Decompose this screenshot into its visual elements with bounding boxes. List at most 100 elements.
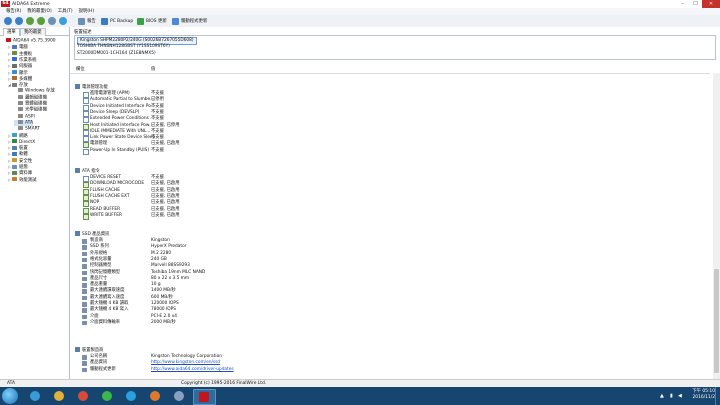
tree-item-label: ASPI: [25, 114, 35, 120]
tree-node-icon: [18, 119, 23, 124]
taskbar-app-tool[interactable]: [169, 389, 190, 403]
tree-item-label: 顯示: [19, 70, 28, 76]
tree-node-icon: [12, 70, 17, 74]
device-item[interactable]: TOSHIBA THNSNH128GBST (Y1SS109ST6Y): [77, 44, 170, 50]
group-icon: [75, 347, 80, 352]
group-icon: [75, 168, 80, 173]
tree-item-label: ATA: [25, 120, 34, 126]
network-icon[interactable]: ▮: [670, 393, 673, 399]
tree-node-icon: [18, 101, 23, 105]
field-name: Power-Up In Standby (PUIS): [90, 147, 150, 153]
line-icon: [102, 391, 112, 401]
menu-item[interactable]: 我的最愛(O): [27, 8, 51, 15]
menu-item[interactable]: 工具(T): [58, 8, 73, 15]
property-icon: [82, 314, 87, 320]
window-controls: – ☐ ✕: [676, 0, 720, 8]
taskbar-app-chrome[interactable]: [73, 389, 94, 403]
content-pane: 裝置描述 Kingston SHPM2280P2/240G (S0026B726…: [70, 27, 720, 379]
maximize-icon[interactable]: ☐: [689, 0, 702, 8]
checked-box-icon: [83, 207, 89, 214]
tree-item-label: 安全性: [19, 158, 33, 164]
column-field[interactable]: 欄位: [76, 66, 85, 73]
tree-node-icon: [12, 151, 17, 156]
taskbar-app-firefox[interactable]: [145, 389, 166, 403]
group-title: 電源管理功能: [82, 85, 108, 90]
taskbar-app-aida64[interactable]: [193, 389, 216, 405]
clock[interactable]: 下午 05:10 2016/11/2: [692, 389, 715, 401]
device-list: Kingston SHPM2280P2/240G (S0026B7267055D…: [74, 35, 716, 60]
backup-icon: [101, 17, 108, 25]
taskbar-app-ie[interactable]: [25, 389, 46, 403]
minimize-icon[interactable]: –: [676, 0, 689, 8]
tree-node-icon: [12, 145, 17, 150]
checked-box-icon: [83, 182, 89, 189]
device-item[interactable]: ST2000DM001-1CH164 (Z1E8NMX5): [77, 51, 156, 57]
tree-item[interactable]: ▷ 效能測試: [8, 177, 37, 183]
start-button[interactable]: [2, 388, 18, 404]
ie-icon: [30, 391, 40, 401]
bios-update-button[interactable]: BIOS 更新: [137, 17, 167, 25]
vertical-scrollbar[interactable]: [713, 73, 720, 379]
user-icon[interactable]: [48, 17, 56, 25]
unchecked-box-icon: [83, 104, 89, 111]
field-name: 驅動程式更新: [90, 366, 116, 372]
tree-item-label: 組態: [19, 165, 28, 170]
up-icon[interactable]: [26, 17, 34, 25]
navigation-pane: 選單 我的最愛 AIDA64 v5.75.3900 ▷ 電腦 ▷ 主機板 ▷ 作業系統 ▷ 伺服…: [0, 27, 70, 379]
tab-menu[interactable]: 選單: [3, 28, 20, 36]
tree-node-icon: [12, 82, 17, 87]
driver-update-button[interactable]: 驅動程式更新: [172, 17, 207, 25]
tree-node-icon: [18, 107, 23, 112]
volume-icon[interactable]: ◀: [678, 393, 682, 399]
property-icon: [82, 264, 87, 269]
field-name: WRITE BUFFER: [90, 212, 122, 218]
menu-item[interactable]: 報告(R): [6, 8, 21, 15]
group-title: 裝置製造商: [82, 348, 104, 353]
show-desktop-button[interactable]: [715, 387, 720, 405]
chart-icon[interactable]: [59, 17, 67, 25]
menu-item[interactable]: 說明(H): [79, 8, 95, 15]
property-icon: [82, 251, 87, 257]
checked-box-icon: [83, 194, 89, 201]
tree-node-icon: [18, 88, 23, 93]
refresh-icon[interactable]: [37, 17, 45, 25]
value-link[interactable]: http://www.aida64.com/driver-updates: [151, 367, 234, 373]
unchecked-box-icon: [83, 92, 89, 98]
group-header: 裝置製造商: [75, 347, 103, 354]
group-title: SSD 產品資訊: [82, 232, 110, 237]
clock-date: 2016/11/2: [692, 395, 715, 400]
tree-node-icon: [12, 76, 17, 81]
pc-backup-button[interactable]: PC Backup: [101, 17, 133, 25]
property-icon: [82, 361, 87, 366]
tray-up-icon[interactable]: ▲: [660, 393, 664, 399]
tree-item-label: 實體磁碟機: [25, 101, 47, 107]
property-icon: [82, 239, 87, 244]
unchecked-box-icon: [83, 98, 89, 105]
taskbar-app-explorer[interactable]: [49, 389, 70, 403]
unchecked-box-icon: [83, 129, 89, 136]
tree-item-label: 主機板: [19, 51, 33, 57]
tree-node-icon: [18, 113, 23, 118]
tree-item-label: 效能測試: [19, 177, 37, 183]
taskbar-app-skype[interactable]: [121, 389, 142, 403]
tree-item-label: 電腦: [19, 45, 28, 51]
group-header: ATA 指令: [75, 168, 100, 175]
tree-item-label: 資料庫: [19, 171, 33, 177]
tree-node-icon: [12, 164, 17, 169]
taskbar-app-line[interactable]: [97, 389, 118, 403]
back-icon[interactable]: [4, 17, 12, 25]
scrollbar-thumb[interactable]: [714, 269, 719, 373]
tree-node-icon: [12, 63, 17, 68]
tree-node-icon: [12, 139, 17, 144]
report-button[interactable]: 報告: [78, 17, 96, 25]
forward-icon[interactable]: [15, 17, 23, 25]
bios-icon: [137, 17, 144, 25]
sidebar-tabs: 選單 我的最愛: [0, 27, 69, 36]
property-icon: [82, 308, 87, 313]
tab-favorites[interactable]: 我的最愛: [20, 28, 46, 36]
checked-box-icon: [83, 188, 89, 195]
column-value[interactable]: 值: [151, 66, 155, 73]
close-icon[interactable]: ✕: [702, 0, 720, 8]
property-icon: [82, 355, 87, 360]
checked-box-icon: [83, 201, 89, 208]
